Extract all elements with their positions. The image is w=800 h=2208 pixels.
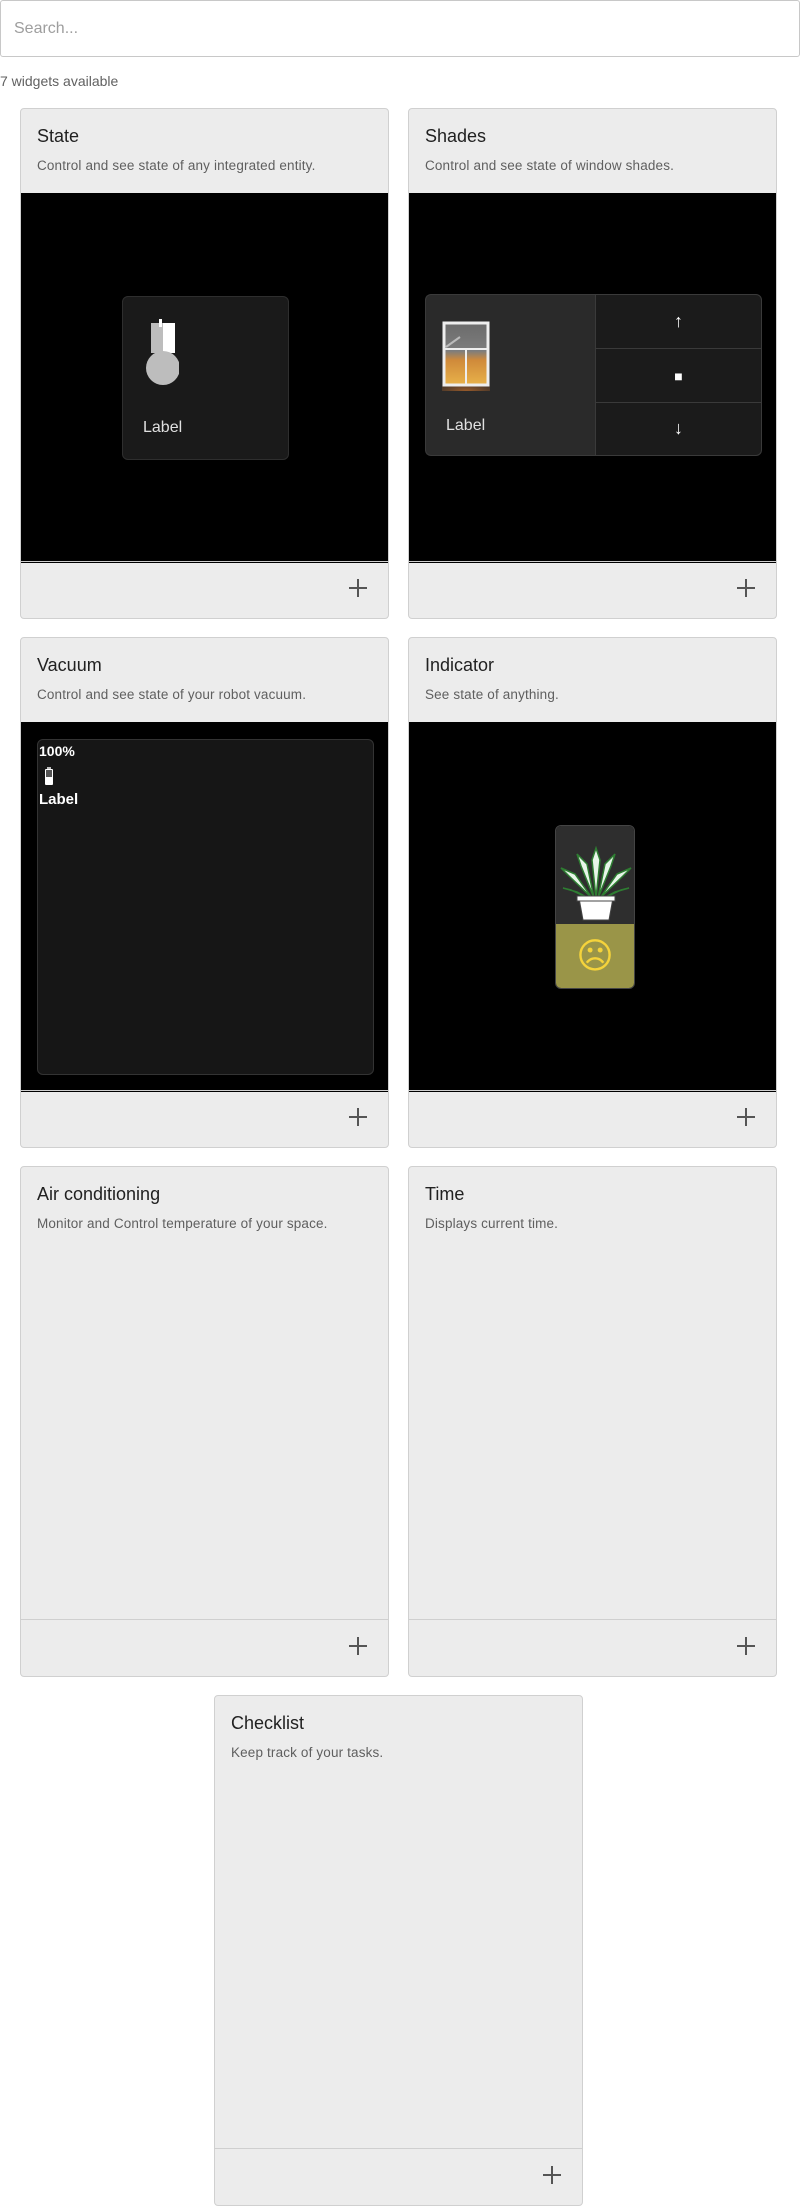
card-description: Control and see state of your robot vacu…: [37, 687, 307, 702]
widget-card-state: State Control and see state of any integ…: [20, 108, 389, 619]
widget-card-indicator: Indicator See state of anything. ☹: [408, 637, 777, 1148]
card-footer: [21, 561, 388, 618]
card-footer: [409, 561, 776, 618]
stop-icon: ■: [674, 367, 683, 384]
add-widget-button[interactable]: [734, 1634, 758, 1658]
card-title: Shades: [425, 126, 487, 146]
add-widget-button[interactable]: [346, 1105, 370, 1129]
battery-icon: [45, 767, 53, 785]
widget-preview: Label: [21, 193, 388, 563]
battery-percent: 100%: [39, 743, 75, 759]
arrow-up-icon: ↑: [674, 311, 683, 331]
card-title: Time: [425, 1184, 465, 1204]
indicator-tile: ☹: [555, 825, 635, 989]
search-box[interactable]: [0, 0, 800, 57]
shade-down-button[interactable]: ↓: [596, 402, 761, 455]
state-tile-label: Label: [143, 419, 183, 436]
card-title: Vacuum: [37, 655, 102, 675]
card-description: Keep track of your tasks.: [231, 1745, 384, 1760]
card-header: Time Displays current time.: [409, 1167, 776, 1251]
widget-card-time: Time Displays current time.: [408, 1166, 777, 1677]
add-widget-button[interactable]: [346, 576, 370, 600]
widget-preview: 100% Label: [21, 722, 388, 1092]
add-widget-button[interactable]: [734, 576, 758, 600]
card-description: Control and see state of window shades.: [425, 158, 674, 173]
card-description: Displays current time.: [425, 1216, 559, 1231]
shades-controls: ↑ ■ ↓: [595, 294, 762, 456]
card-footer: [409, 1090, 776, 1147]
card-description: Control and see state of any integrated …: [37, 158, 316, 173]
window-icon: [442, 321, 490, 391]
card-header: Air conditioning Monitor and Control tem…: [21, 1167, 388, 1251]
widget-preview: Label ↑ ■ ↓: [409, 193, 776, 563]
widget-card-vacuum: Vacuum Control and see state of your rob…: [20, 637, 389, 1148]
widget-card-checklist: Checklist Keep track of your tasks.: [214, 1695, 583, 2206]
shade-up-button[interactable]: ↑: [596, 295, 761, 348]
shades-tile-label: Label: [446, 417, 486, 434]
add-widget-button[interactable]: [734, 1105, 758, 1129]
bulb-icon: [146, 319, 179, 385]
card-description: See state of anything.: [425, 687, 559, 702]
vacuum-tile-label: Label: [39, 791, 79, 808]
shades-tile: Label: [425, 294, 595, 456]
card-title: Checklist: [231, 1713, 305, 1733]
widget-count: 7 widgets available: [0, 73, 119, 89]
card-header: Shades Control and see state of window s…: [409, 109, 776, 193]
widget-card-shades: Shades Control and see state of window s…: [408, 108, 777, 619]
arrow-down-icon: ↓: [674, 418, 683, 438]
shade-stop-button[interactable]: ■: [596, 348, 761, 403]
vacuum-tile: 100% Label: [37, 739, 374, 1075]
card-title: Indicator: [425, 655, 495, 675]
widget-gallery: 7 widgets available State Control and se…: [0, 0, 800, 2208]
add-widget-button[interactable]: [540, 2163, 564, 2187]
indicator-status: ☹: [556, 924, 634, 988]
card-footer: [21, 1619, 388, 1676]
add-widget-button[interactable]: [346, 1634, 370, 1658]
widget-card-air-conditioning: Air conditioning Monitor and Control tem…: [20, 1166, 389, 1677]
card-footer: [215, 2148, 582, 2205]
card-footer: [409, 1619, 776, 1676]
card-header: State Control and see state of any integ…: [21, 109, 388, 193]
sad-face-icon: ☹: [576, 935, 614, 976]
widget-preview: ☹: [409, 722, 776, 1092]
card-title: State: [37, 126, 80, 146]
plant-icon: [560, 846, 632, 921]
card-footer: [21, 1090, 388, 1147]
card-description: Monitor and Control temperature of your …: [37, 1216, 328, 1231]
state-tile: Label: [122, 296, 289, 460]
card-title: Air conditioning: [37, 1184, 161, 1204]
card-header: Vacuum Control and see state of your rob…: [21, 638, 388, 722]
card-header: Checklist Keep track of your tasks.: [215, 1696, 582, 1780]
search-input[interactable]: [1, 1, 799, 56]
card-header: Indicator See state of anything.: [409, 638, 776, 722]
